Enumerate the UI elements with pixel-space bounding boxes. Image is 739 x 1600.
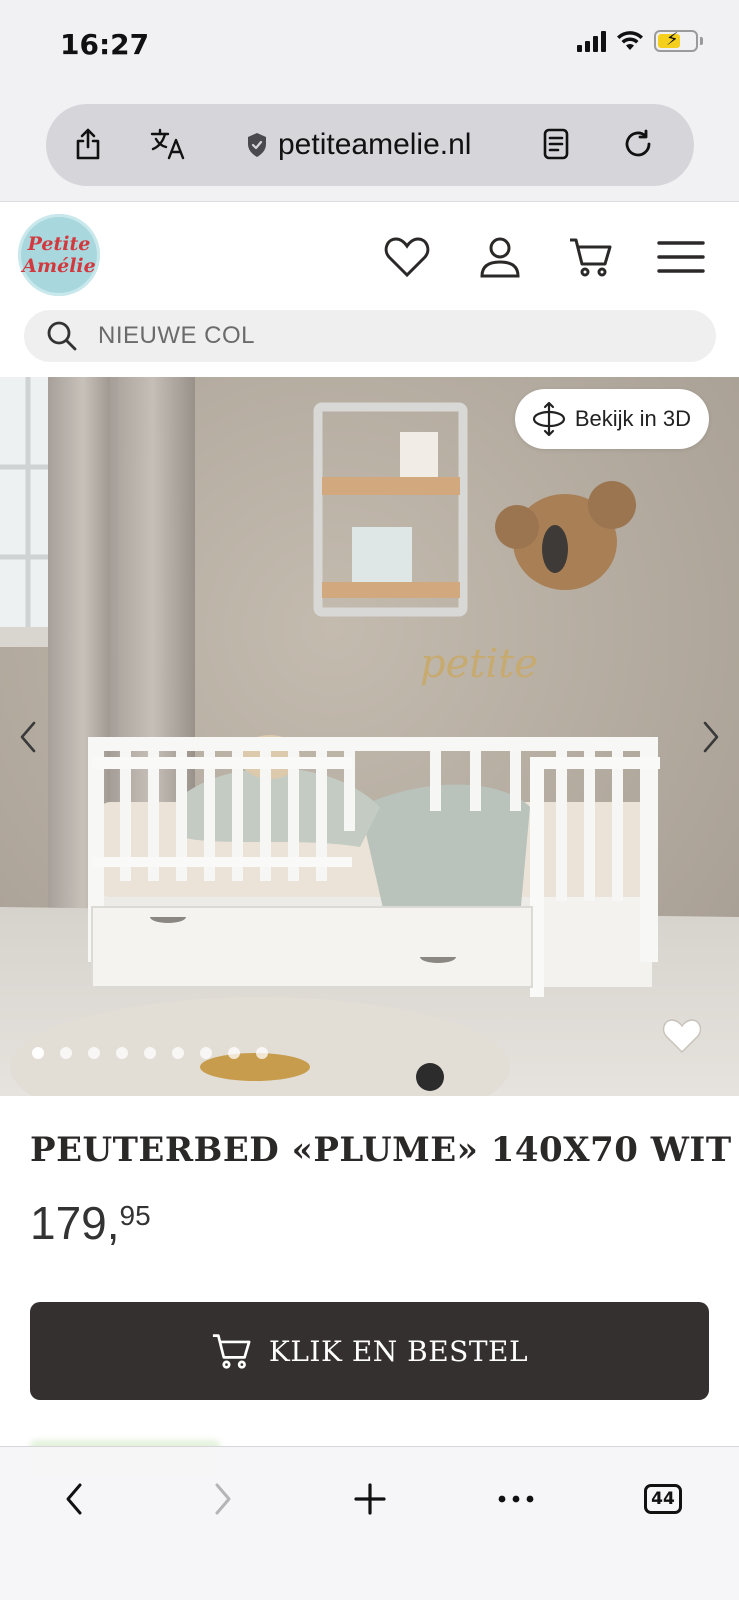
search-bar[interactable] (24, 310, 716, 362)
gallery-dot[interactable] (200, 1047, 212, 1059)
gallery-dot[interactable] (32, 1047, 44, 1059)
site-logo[interactable]: Petite Amélie (18, 214, 100, 296)
gallery-dot[interactable] (116, 1047, 128, 1059)
browser-toolbar-bottom: 44 (0, 1446, 739, 1600)
gallery-dot[interactable] (88, 1047, 100, 1059)
wifi-icon (617, 31, 643, 50)
svg-text:petite: petite (420, 641, 538, 687)
tabs-button[interactable]: 44 (633, 1469, 693, 1529)
share-icon[interactable] (68, 124, 108, 164)
page: 16:27 ⚡ petiteamelie.nl Petite Amélie NI… (0, 0, 739, 1600)
heart-icon (662, 1019, 702, 1054)
chevron-right-icon (703, 721, 719, 753)
hamburger-icon[interactable] (656, 233, 706, 281)
ellipsis-icon (498, 1495, 534, 1503)
logo-text-line2: Amélie (22, 255, 96, 277)
view-3d-label: Bekijk in 3D (574, 406, 691, 431)
gallery-prev-button[interactable] (8, 707, 48, 767)
price-cents: 95 (119, 1200, 151, 1231)
translate-icon[interactable] (148, 124, 188, 164)
product-price: 179,95 (30, 1196, 151, 1250)
wishlist-heart-button[interactable] (661, 1017, 703, 1059)
browser-chrome-top: 16:27 ⚡ petiteamelie.nl (0, 0, 739, 202)
search-input[interactable] (98, 322, 658, 350)
battery-icon: ⚡ (654, 29, 703, 52)
site-header: Petite Amélie (0, 203, 739, 303)
reload-icon[interactable] (618, 124, 658, 164)
gallery-dot[interactable] (172, 1047, 184, 1059)
product-title: PEUTERBED «PLUME» 140X70 WIT (30, 1130, 732, 1170)
plus-icon (354, 1483, 386, 1515)
cart-icon (212, 1334, 251, 1369)
new-tab-button[interactable] (340, 1469, 400, 1529)
search-icon (47, 321, 77, 351)
product-image-gallery[interactable]: petite Bekijk in 3D (0, 377, 739, 1096)
view-3d-button[interactable]: Bekijk in 3D (514, 389, 709, 449)
status-icons: ⚡ (577, 29, 703, 52)
gallery-next-button[interactable] (691, 707, 731, 767)
chevron-left-icon (20, 721, 36, 753)
more-options-button[interactable] (486, 1469, 546, 1529)
add-to-cart-button[interactable]: KLIK EN BESTEL (30, 1302, 709, 1400)
gallery-dot[interactable] (256, 1047, 268, 1059)
shield-icon (248, 133, 266, 157)
product-photo: petite (0, 377, 739, 1096)
browser-back-button[interactable] (44, 1469, 104, 1529)
price-main: 179, (30, 1197, 120, 1249)
user-icon[interactable] (476, 233, 524, 281)
status-time: 16:27 (60, 28, 150, 61)
cellular-signal-icon (577, 30, 606, 52)
chevron-right-icon (215, 1483, 231, 1515)
chevron-left-icon (66, 1483, 82, 1515)
tab-count: 44 (651, 1489, 675, 1509)
add-to-cart-label: KLIK EN BESTEL (268, 1334, 529, 1368)
browser-forward-button[interactable] (193, 1469, 253, 1529)
url-text: petiteamelie.nl (278, 128, 472, 161)
cart-icon[interactable] (566, 233, 614, 281)
heart-icon[interactable] (383, 233, 431, 281)
reader-icon[interactable] (536, 124, 576, 164)
address-bar[interactable]: petiteamelie.nl (46, 104, 694, 186)
gallery-dot[interactable] (228, 1047, 240, 1059)
gallery-dot[interactable] (60, 1047, 72, 1059)
tabs-icon: 44 (644, 1484, 682, 1514)
rotate-3d-icon (532, 401, 565, 437)
url-display[interactable]: petiteamelie.nl (246, 104, 471, 186)
gallery-dot[interactable] (144, 1047, 156, 1059)
logo-text-line1: Petite (27, 233, 91, 255)
gallery-dots (32, 1047, 268, 1059)
